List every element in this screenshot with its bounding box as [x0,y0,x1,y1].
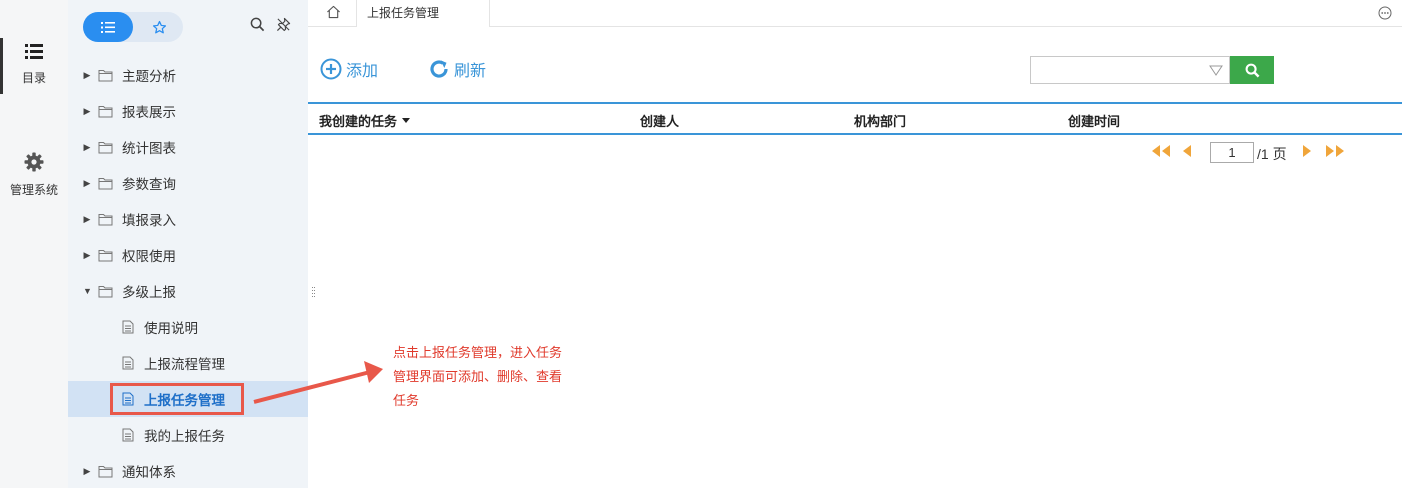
add-button-label: 添加 [346,63,379,80]
column-header-label: 我创建的任务 [319,114,398,129]
tree-node-label: 权限使用 [122,249,176,264]
tree-node-folder[interactable]: ▶ 权限使用 [68,237,308,273]
tree-node-label: 参数查询 [122,177,176,192]
expand-arrow-icon: ▶ [83,249,91,260]
expand-arrow-icon: ▶ [83,105,91,116]
catalog-tree-panel: ▶ 主题分析 ▶ 报表展示 ▶ 统计图表 ▶ 参数查询 ▶ 填报录入 ▶ 权限使… [68,0,308,488]
tree-node-label: 上报流程管理 [144,357,225,372]
list-icon [25,44,43,59]
expand-arrow-icon: ▶ [83,177,91,188]
highlight-box [110,383,244,415]
folder-icon [98,177,113,189]
folder-icon [98,141,113,153]
folder-icon [98,465,113,477]
tree-node-folder[interactable]: ▶ 报表展示 [68,93,308,129]
annotation-line: 管理界面可添加、删除、查看 [393,369,563,384]
tree-node-label: 多级上报 [122,285,176,300]
folder-icon [98,249,113,261]
tab-favorites[interactable] [135,12,183,42]
plus-circle-icon [320,58,342,80]
chevron-down-icon[interactable] [1209,65,1223,76]
tree-node-folder[interactable]: ▶ 统计图表 [68,129,308,165]
column-header-my-tasks[interactable]: 我创建的任务 [319,111,411,130]
tree-node-folder[interactable]: ▼ 多级上报 [68,273,308,309]
tree-node-label: 我的上报任务 [144,429,225,444]
more-options-icon[interactable] [1378,6,1392,20]
document-icon [122,428,134,442]
tree-node-label: 统计图表 [122,141,176,156]
column-header-created-time: 创建时间 [1068,114,1121,129]
tree-node-label: 使用说明 [144,321,198,336]
page-number-input[interactable]: 1 [1210,142,1254,163]
tree-tab-switcher [83,12,183,42]
tree-node-label: 主题分析 [122,69,176,84]
tab-bar: 上报任务管理 [308,0,1402,27]
first-page-icon[interactable] [1150,141,1172,161]
next-page-icon[interactable] [1300,141,1314,161]
rail-catalog[interactable]: 目录 [0,38,68,94]
expand-arrow-icon: ▶ [83,465,91,476]
rail-admin-label: 管理系统 [9,183,58,197]
last-page-icon[interactable] [1324,141,1346,161]
caret-down-icon [402,118,411,123]
annotation-text: 点击上报任务管理，进入任务 管理界面可添加、删除、查看 任务 [393,341,583,413]
refresh-icon [430,60,448,78]
tree-node-label: 填报录入 [122,213,176,228]
annotation-line: 点击上报任务管理，进入任务 [393,345,563,360]
tree-node-label: 报表展示 [122,105,176,120]
tree-node-folder[interactable]: ▶ 参数查询 [68,165,308,201]
tree-leaf[interactable]: 我的上报任务 [68,417,308,453]
home-icon[interactable] [326,5,341,19]
tree-node-label: 通知体系 [122,465,176,480]
folder-icon [98,105,113,117]
folder-icon [98,285,113,297]
resize-handle[interactable] [312,287,315,301]
expand-arrow-icon: ▶ [83,141,91,152]
column-header-creator: 创建人 [640,114,680,129]
tree-leaf[interactable]: 使用说明 [68,309,308,345]
main-content: 上报任务管理 添加 刷新 我创建的任务 创建人 机构部门 创建时间 1 /1 页 [308,0,1402,488]
search-button[interactable] [1230,56,1274,84]
active-indicator [0,38,3,94]
gear-icon [24,152,44,172]
add-button[interactable]: 添加 [320,56,378,82]
page-total: /1 页 [1257,146,1287,162]
folder-icon [98,69,113,81]
rail-admin[interactable]: 管理系统 [0,148,68,204]
rail-catalog-label: 目录 [21,71,46,85]
folder-icon [98,213,113,225]
tree-node-folder[interactable]: ▶ 通知体系 [68,453,308,489]
table-header: 我创建的任务 创建人 机构部门 创建时间 [308,102,1402,135]
column-header-department: 机构部门 [854,114,907,129]
expand-arrow-icon: ▶ [83,213,91,224]
previous-page-icon[interactable] [1180,141,1194,161]
tab-report-task-management[interactable]: 上报任务管理 [356,0,490,27]
collapse-arrow-icon: ▼ [83,286,92,296]
search-icon[interactable] [250,17,265,32]
annotation-line: 任务 [393,393,420,408]
left-rail: 目录 管理系统 [0,0,68,488]
search-icon [1245,63,1259,77]
list-icon [101,21,115,33]
tree-node-folder[interactable]: ▶ 填报录入 [68,201,308,237]
search-input[interactable] [1030,56,1230,84]
unpin-icon[interactable] [276,17,291,32]
document-icon [122,356,134,370]
refresh-button[interactable]: 刷新 [428,56,486,82]
document-icon [122,320,134,334]
annotation-arrow [253,361,383,404]
star-icon [152,20,166,33]
tree-node-folder[interactable]: ▶ 主题分析 [68,57,308,93]
refresh-button-label: 刷新 [454,63,487,80]
tab-list-view[interactable] [83,12,133,42]
expand-arrow-icon: ▶ [83,69,91,80]
